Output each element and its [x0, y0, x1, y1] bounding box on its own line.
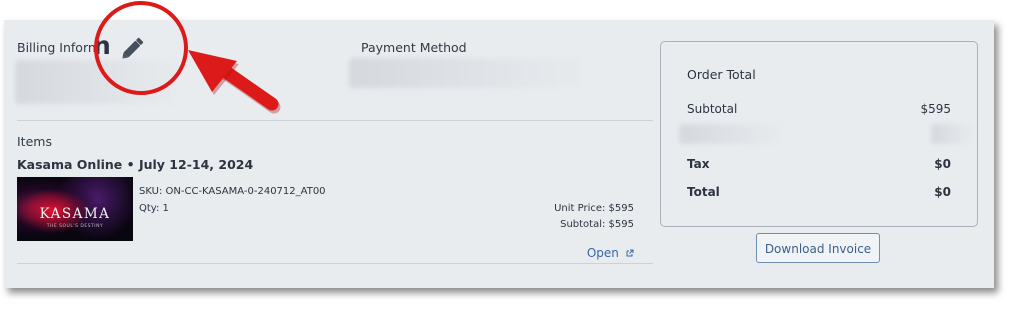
thumbnail-tagline: THE SOUL'S DESTINY [46, 224, 104, 229]
event-thumbnail-image: KASAMA THE SOUL'S DESTINY [17, 177, 133, 241]
qty-line: Qty: 1 [139, 203, 169, 214]
order-details-card: Billing Inforn n Payment Method Items Ka… [4, 20, 994, 288]
sku-line: SKU: ON-CC-KASAMA-0-240712_AT00 [139, 186, 326, 197]
payment-method-redacted [349, 58, 581, 88]
item-subtotal: Subtotal: $595 [560, 219, 634, 230]
qty-value: 1 [162, 203, 169, 214]
sku-value: ON-CC-KASAMA-0-240712_AT00 [165, 186, 326, 197]
payment-method-title: Payment Method [361, 40, 467, 55]
open-link-label[interactable]: Open [587, 246, 619, 260]
billing-address-redacted [15, 60, 175, 104]
section-divider [17, 120, 653, 121]
download-invoice-button[interactable]: Download Invoice [756, 233, 880, 263]
items-section-title: Items [17, 134, 52, 149]
tax-value: $0 [934, 157, 951, 171]
subtotal-label: Subtotal [687, 102, 738, 116]
tax-label: Tax [687, 157, 710, 171]
order-total-title: Order Total [687, 67, 756, 82]
order-total-panel: Order Total Subtotal $595 Tax $0 Total $… [660, 41, 978, 227]
total-label: Total [687, 185, 720, 199]
open-link[interactable]: Open [587, 242, 634, 261]
billing-information-title: Billing Inforn [17, 40, 96, 55]
thumbnail-title: KASAMA [39, 206, 111, 222]
pencil-icon[interactable] [119, 35, 149, 61]
qty-label: Qty: [139, 203, 160, 214]
total-value: $0 [934, 185, 951, 199]
unit-price: Unit Price: $595 [554, 203, 634, 214]
subtotal-value: $595 [920, 102, 951, 116]
discount-label-redacted [679, 124, 781, 144]
event-title: Kasama Online • July 12-14, 2024 [17, 157, 254, 172]
items-bottom-divider [17, 263, 653, 264]
discount-value-redacted [931, 124, 973, 144]
sku-label: SKU: [139, 186, 163, 197]
external-link-icon [626, 242, 634, 261]
billing-title-zoomed-letter: n [93, 31, 111, 60]
